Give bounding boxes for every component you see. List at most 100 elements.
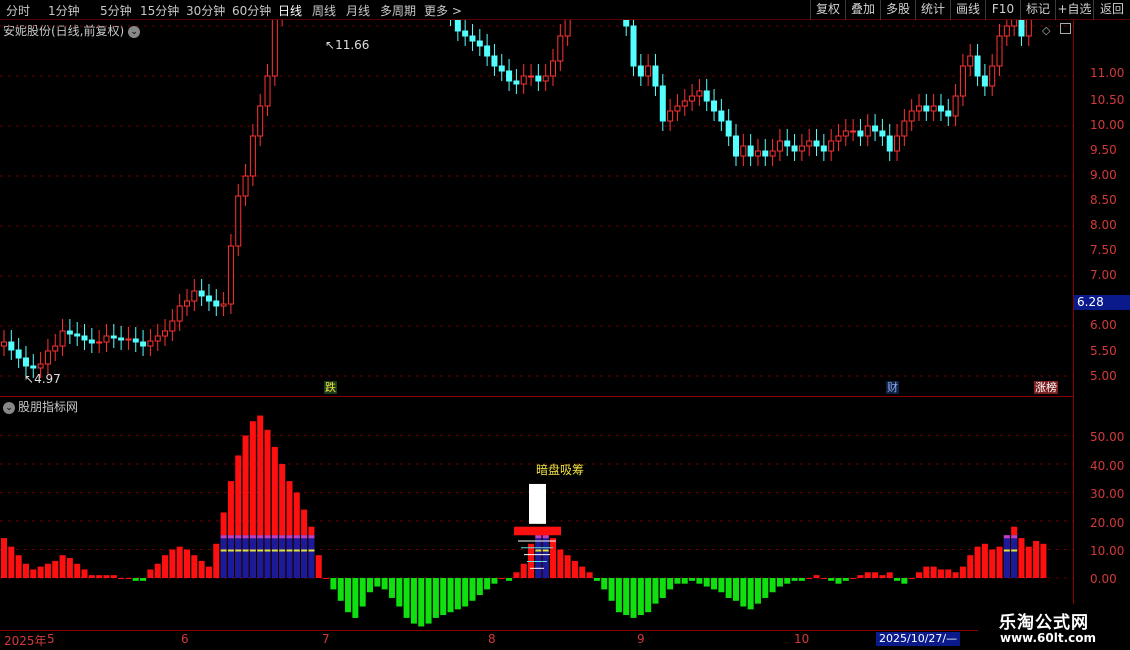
overlay-button[interactable]: 叠加 — [845, 0, 880, 20]
candle-body — [930, 105, 937, 112]
candle-body — [271, 20, 278, 77]
indicator-band-top — [301, 535, 308, 539]
indicator-bar — [447, 578, 454, 613]
indicator-bar — [1040, 543, 1047, 578]
signal-red-bar — [514, 526, 561, 536]
indicator-bar — [396, 578, 403, 607]
add-watchlist-button[interactable]: +自选 — [1055, 0, 1093, 20]
candle-body — [630, 25, 637, 67]
candle-body — [637, 65, 644, 77]
indicator-bar — [623, 578, 630, 616]
candle-body — [798, 145, 805, 152]
candle-body — [894, 135, 901, 152]
indicator-bar — [689, 578, 696, 581]
indicator-band — [301, 535, 308, 578]
candle-body — [1, 341, 7, 347]
candle-body — [820, 145, 827, 152]
indicator-bar — [498, 578, 505, 579]
indicator-bar — [169, 549, 176, 578]
indicator-tick: 0.00 — [1090, 572, 1117, 586]
indicator-bar — [15, 555, 22, 578]
indicator-bar — [388, 578, 395, 598]
candle-body — [462, 30, 469, 37]
mark-button[interactable]: 标记 — [1020, 0, 1055, 20]
draw-line-button[interactable]: 画线 — [950, 0, 985, 20]
indicator-bar — [740, 578, 747, 607]
indicator-band — [242, 535, 249, 578]
indicator-band-top — [279, 535, 286, 539]
candle-body — [674, 105, 681, 112]
timeframe-tab-multi[interactable]: 多周期 — [380, 2, 416, 19]
indicator-bar — [110, 575, 117, 578]
back-button[interactable]: 返回 — [1093, 0, 1130, 20]
indicator-tick: 10.00 — [1090, 544, 1125, 558]
indicator-bar — [469, 578, 476, 601]
candle-body — [484, 45, 491, 57]
indicator-band-mid — [271, 549, 278, 552]
more-menu[interactable]: 更多 > — [424, 2, 462, 19]
indicator-band — [293, 535, 300, 578]
indicator-band-mid — [1003, 549, 1010, 552]
indicator-band-top — [264, 535, 271, 539]
tag-die[interactable]: 跌 — [324, 381, 337, 394]
candle-body — [22, 357, 29, 367]
indicator-bar — [81, 569, 88, 578]
candle-body — [733, 135, 739, 157]
candle-body — [506, 70, 513, 82]
watermark-url: www.60lt.com — [1000, 631, 1097, 645]
indicator-bar — [59, 555, 66, 578]
indicator-band-mid — [264, 549, 271, 552]
date-month: 8 — [488, 632, 496, 646]
indicator-band-mid — [257, 549, 264, 552]
indicator-bar — [74, 563, 81, 578]
timeframe-tab-5min[interactable]: 5分钟 — [100, 2, 132, 19]
timeframe-tab-monthly[interactable]: 月线 — [346, 2, 370, 19]
candle-body — [110, 335, 117, 339]
indicator-bar — [132, 578, 139, 581]
candle-body — [813, 140, 820, 147]
tag-cai[interactable]: 财 — [886, 381, 899, 394]
indicator-band-mid — [535, 549, 542, 552]
indicator-bar — [850, 578, 857, 579]
timeframe-tab-fenshi[interactable]: 分时 — [6, 2, 30, 19]
candle-body — [740, 145, 747, 157]
timeframe-tab-weekly[interactable]: 周线 — [312, 2, 336, 19]
candle-body — [989, 65, 996, 87]
indicator-band-mid — [235, 549, 242, 552]
candle-body — [205, 295, 212, 302]
indicator-band — [235, 535, 242, 578]
candle-body — [696, 90, 703, 97]
timeframe-tab-daily[interactable]: 日线 — [278, 2, 302, 19]
timeframe-tab-30min[interactable]: 30分钟 — [186, 2, 225, 19]
indicator-bar — [37, 566, 44, 578]
statistics-button[interactable]: 统计 — [915, 0, 950, 20]
indicator-bar — [674, 578, 681, 584]
indicator-bar — [952, 572, 959, 578]
candle-body — [981, 75, 988, 87]
indicator-bar — [696, 578, 703, 584]
indicator-bar — [520, 563, 527, 578]
candle-body — [872, 125, 879, 132]
indicator-band-top — [220, 535, 227, 539]
candle-body — [550, 60, 556, 77]
multi-stock-button[interactable]: 多股 — [880, 0, 915, 20]
f10-button[interactable]: F10 — [985, 0, 1020, 20]
candle-body — [864, 125, 871, 137]
candle-body — [15, 349, 22, 359]
candle-body — [886, 135, 893, 152]
candle-body — [498, 65, 505, 72]
candle-body — [242, 175, 249, 197]
indicator-bar — [806, 578, 813, 579]
indicator-bar — [593, 578, 600, 581]
indicator-band-top — [308, 535, 315, 539]
indicator-band-top — [293, 535, 300, 539]
indicator-bar — [872, 572, 879, 578]
signal-label: 暗盘吸筹 — [536, 463, 585, 477]
tag-zhangbang[interactable]: 涨榜 — [1034, 381, 1058, 394]
timeframe-tab-15min[interactable]: 15分钟 — [140, 2, 179, 19]
timeframe-tab-60min[interactable]: 60分钟 — [232, 2, 271, 19]
timeframe-tab-1min[interactable]: 1分钟 — [48, 2, 80, 19]
indicator-bar — [571, 560, 578, 578]
indicator-bar — [1033, 540, 1040, 578]
fuquan-button[interactable]: 复权 — [810, 0, 845, 20]
